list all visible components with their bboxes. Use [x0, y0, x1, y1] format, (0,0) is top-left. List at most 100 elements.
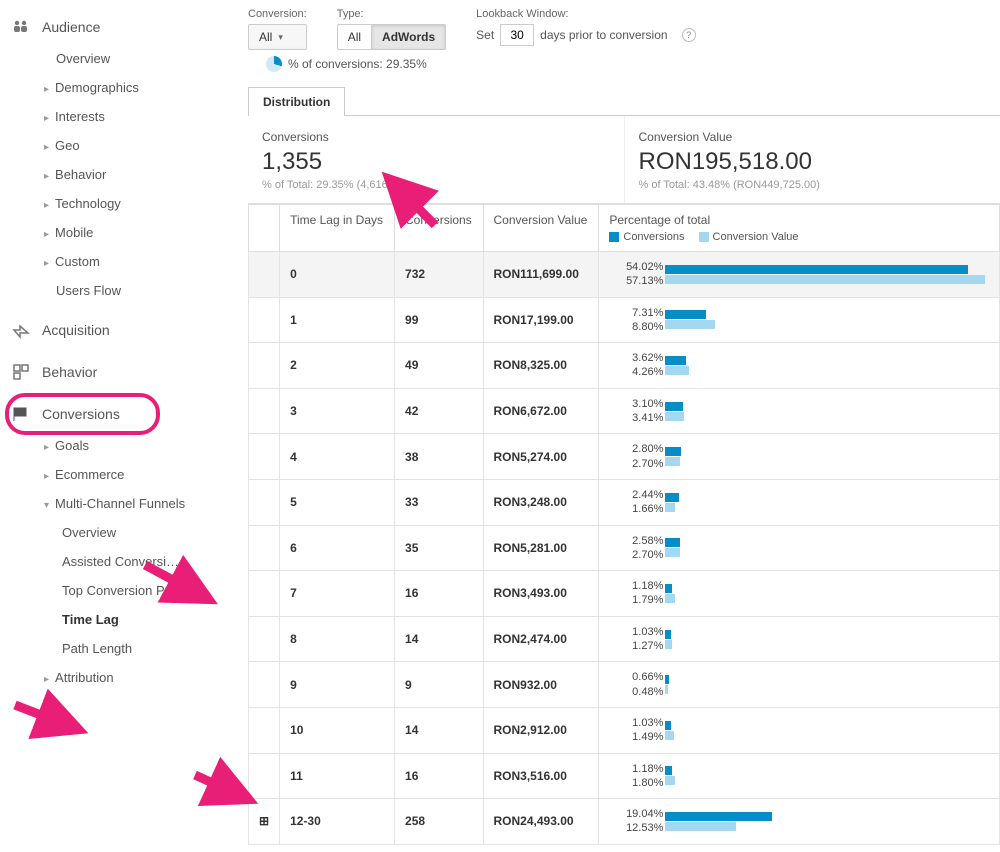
cell-val: RON932.00 — [483, 662, 599, 708]
sidebar-item[interactable]: Goals — [44, 431, 230, 460]
sidebar-item[interactable]: Attribution — [44, 663, 230, 692]
sidebar-item[interactable]: Top Conversion P… — [62, 576, 222, 605]
col-pct-total: Percentage of total Conversions Conversi… — [599, 205, 1000, 252]
cell-conv: 38 — [395, 434, 483, 480]
cell-pct: 54.02%57.13% — [599, 252, 1000, 298]
sidebar-item[interactable]: Multi-Channel Funnels — [44, 489, 230, 518]
pct-conversions-line: % of conversions: 29.35% — [266, 56, 1000, 72]
legend-value-swatch — [699, 232, 709, 242]
sidebar-item[interactable]: Users Flow — [44, 276, 230, 305]
cell-conv: 14 — [395, 707, 483, 753]
sidebar-item[interactable]: Demographics — [44, 73, 230, 102]
cell-conv: 258 — [395, 799, 483, 845]
cell-val: RON6,672.00 — [483, 388, 599, 434]
summary-conversion-value: Conversion Value RON195,518.00 % of Tota… — [624, 116, 1000, 203]
table-row: 1014RON2,912.001.03%1.49% — [249, 707, 1000, 753]
lookback-suffix: days prior to conversion — [540, 28, 667, 42]
sidebar-item[interactable]: Geo — [44, 131, 230, 160]
type-all-button[interactable]: All — [337, 24, 372, 50]
cell-conv: 35 — [395, 525, 483, 571]
table-row: 438RON5,274.002.80%2.70% — [249, 434, 1000, 480]
table-row: 199RON17,199.007.31%8.80% — [249, 297, 1000, 343]
sidebar-item[interactable]: Overview — [44, 44, 230, 73]
sidebar-item[interactable]: Overview — [62, 518, 222, 547]
table-row: 635RON5,281.002.58%2.70% — [249, 525, 1000, 571]
nav-conversions[interactable]: Conversions — [0, 397, 230, 431]
cell-lag: 0 — [280, 252, 395, 298]
col-conversions[interactable]: Conversions — [395, 205, 483, 252]
sidebar-item[interactable]: Assisted Conversi… — [62, 547, 222, 576]
expand-cell — [249, 525, 280, 571]
cell-lag: 7 — [280, 571, 395, 617]
expand-cell — [249, 707, 280, 753]
cell-pct: 3.62%4.26% — [599, 343, 1000, 389]
sidebar-item[interactable]: Mobile — [44, 218, 230, 247]
sidebar-item[interactable]: Behavior — [44, 160, 230, 189]
help-icon[interactable]: ? — [682, 28, 696, 42]
expand-cell[interactable]: ⊞ — [249, 799, 280, 845]
type-adwords-button[interactable]: AdWords — [372, 24, 446, 50]
expand-cell — [249, 616, 280, 662]
table-row: 716RON3,493.001.18%1.79% — [249, 571, 1000, 617]
cell-lag: 1 — [280, 297, 395, 343]
table-row: 99RON932.000.66%0.48% — [249, 662, 1000, 708]
cell-pct: 0.66%0.48% — [599, 662, 1000, 708]
cell-lag: 8 — [280, 616, 395, 662]
cell-val: RON17,199.00 — [483, 297, 599, 343]
expand-cell — [249, 753, 280, 799]
expand-cell — [249, 343, 280, 389]
sidebar-item[interactable]: Path Length — [62, 634, 222, 663]
cell-conv: 16 — [395, 571, 483, 617]
nav-acquisition-label: Acquisition — [42, 322, 110, 338]
sidebar-item[interactable]: Custom — [44, 247, 230, 276]
type-label: Type: — [337, 8, 446, 20]
nav-behavior[interactable]: Behavior — [0, 355, 230, 389]
cell-conv: 99 — [395, 297, 483, 343]
cell-conv: 732 — [395, 252, 483, 298]
cell-conv: 14 — [395, 616, 483, 662]
expand-cell — [249, 662, 280, 708]
lookback-set: Set — [476, 28, 494, 42]
col-conv-value[interactable]: Conversion Value — [483, 205, 599, 252]
cell-val: RON5,281.00 — [483, 525, 599, 571]
cell-val: RON2,474.00 — [483, 616, 599, 662]
cell-val: RON3,493.00 — [483, 571, 599, 617]
expand-cell — [249, 252, 280, 298]
nav-conversions-label: Conversions — [42, 406, 120, 422]
sidebar-item[interactable]: Technology — [44, 189, 230, 218]
table-row: ⊞12-30258RON24,493.0019.04%12.53% — [249, 799, 1000, 845]
table-row: 814RON2,474.001.03%1.27% — [249, 616, 1000, 662]
lookback-label: Lookback Window: — [476, 8, 695, 20]
table-row: 249RON8,325.003.62%4.26% — [249, 343, 1000, 389]
cell-lag: 4 — [280, 434, 395, 480]
lookback-days-input[interactable] — [500, 24, 534, 46]
cell-pct: 1.18%1.80% — [599, 753, 1000, 799]
table-row: 0732RON111,699.0054.02%57.13% — [249, 252, 1000, 298]
cell-lag: 11 — [280, 753, 395, 799]
cell-val: RON3,248.00 — [483, 479, 599, 525]
nav-behavior-label: Behavior — [42, 364, 97, 380]
acquisition-icon — [12, 321, 30, 339]
expand-cell — [249, 479, 280, 525]
legend-conversions-swatch — [609, 232, 619, 242]
sidebar-item[interactable]: Interests — [44, 102, 230, 131]
cell-pct: 1.03%1.49% — [599, 707, 1000, 753]
nav-audience-label: Audience — [42, 19, 100, 35]
cell-lag: 10 — [280, 707, 395, 753]
conversions-icon — [12, 405, 30, 423]
col-time-lag[interactable]: Time Lag in Days — [280, 205, 395, 252]
nav-acquisition[interactable]: Acquisition — [0, 313, 230, 347]
cell-pct: 2.58%2.70% — [599, 525, 1000, 571]
table-row: 342RON6,672.003.10%3.41% — [249, 388, 1000, 434]
conversion-label: Conversion: — [248, 8, 307, 20]
behavior-icon — [12, 363, 30, 381]
sidebar-item[interactable]: Time Lag — [62, 605, 222, 634]
cell-lag: 12-30 — [280, 799, 395, 845]
conversion-dropdown[interactable]: All — [248, 24, 307, 50]
cell-conv: 42 — [395, 388, 483, 434]
sidebar-item[interactable]: Ecommerce — [44, 460, 230, 489]
cell-lag: 2 — [280, 343, 395, 389]
expand-cell — [249, 571, 280, 617]
nav-audience[interactable]: Audience — [0, 10, 230, 44]
tab-distribution[interactable]: Distribution — [248, 87, 345, 116]
